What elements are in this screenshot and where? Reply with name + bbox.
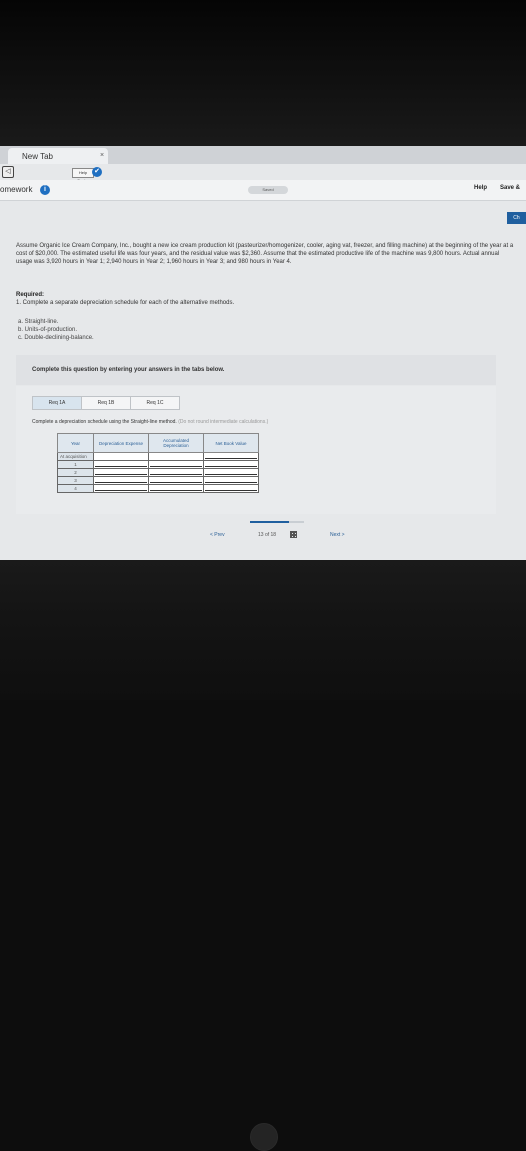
table-row: 2: [57, 468, 259, 477]
net-book-value-input[interactable]: [203, 452, 259, 461]
depreciation-expense-input[interactable]: [93, 460, 149, 469]
list-item: b. Units-of-production.: [18, 327, 78, 333]
table-row: 3: [57, 476, 259, 485]
next-button[interactable]: Next >: [330, 532, 345, 538]
monitor-logo-icon: [250, 1123, 278, 1151]
help-center-icon[interactable]: ✔: [92, 167, 102, 177]
tab-title: New Tab: [22, 152, 53, 161]
save-exit-button[interactable]: Save &: [500, 185, 520, 191]
close-icon[interactable]: ×: [100, 152, 104, 159]
question-pager: < Prev 13 of 18 Next >: [200, 530, 400, 542]
column-header-year: Year: [57, 433, 94, 453]
app-header: omework i Saved Help Save &: [0, 180, 526, 201]
back-icon[interactable]: ◁: [2, 166, 14, 178]
column-header-depreciation-expense: Depreciation Expense: [93, 433, 149, 453]
browser-tab-strip: New Tab ×: [0, 146, 526, 164]
depreciation-schedule-table: Year Depreciation Expense Accumulated De…: [57, 433, 259, 493]
progress-bar: [250, 521, 304, 523]
tab-req-1c[interactable]: Req 1C: [130, 396, 180, 410]
question-content: Assume Organic Ice Cream Company, Inc., …: [0, 200, 526, 560]
tab-req-1a[interactable]: Req 1A: [32, 396, 82, 410]
table-row: 4: [57, 484, 259, 493]
depreciation-expense-input[interactable]: [93, 476, 149, 485]
year-cell: At acquisition: [57, 452, 94, 461]
tab-instruction-text: Complete a depreciation schedule using t…: [32, 419, 177, 425]
tab-instruction: Complete a depreciation schedule using t…: [32, 419, 268, 425]
net-book-value-input[interactable]: [203, 476, 259, 485]
progress-bar-fill: [250, 521, 289, 523]
year-cell: 1: [57, 460, 94, 469]
help-button[interactable]: Help: [474, 185, 487, 191]
depreciation-expense-blank: [93, 452, 149, 461]
list-item: a. Straight-line.: [18, 319, 59, 325]
methods-list: a. Straight-line. b. Units-of-production…: [18, 318, 94, 342]
year-cell: 3: [57, 476, 94, 485]
accumulated-depreciation-blank: [148, 452, 204, 461]
instruction-panel: Complete this question by entering your …: [16, 355, 496, 385]
homework-title: omework: [0, 185, 33, 194]
grid-icon[interactable]: [290, 531, 297, 538]
table-row: At acquisition: [57, 452, 259, 461]
saved-status-badge: Saved: [248, 186, 288, 194]
tab-instruction-note: (Do not round intermediate calculations.…: [178, 419, 269, 425]
year-cell: 2: [57, 468, 94, 477]
answer-panel: Req 1A Req 1B Req 1C Complete a deprecia…: [16, 386, 496, 514]
background-top: [0, 0, 526, 146]
prev-button[interactable]: < Prev: [210, 532, 225, 538]
required-heading: Required:: [16, 292, 45, 298]
table-row: 1: [57, 460, 259, 469]
monitor-screen: New Tab × ◁ Help Center ✔ omework i Save…: [0, 146, 526, 560]
list-item: c. Double-declining-balance.: [18, 335, 94, 341]
browser-tab[interactable]: New Tab ×: [8, 148, 108, 164]
tab-req-1b[interactable]: Req 1B: [81, 396, 131, 410]
problem-text: Assume Organic Ice Cream Company, Inc., …: [16, 243, 514, 265]
column-header-accumulated-depreciation: Accumulated Depreciation: [148, 433, 204, 453]
required-text: 1. Complete a separate depreciation sche…: [16, 300, 235, 306]
instruction-text: Complete this question by entering your …: [32, 367, 225, 373]
depreciation-expense-input[interactable]: [93, 484, 149, 493]
accumulated-depreciation-input[interactable]: [148, 460, 204, 469]
net-book-value-input[interactable]: [203, 468, 259, 477]
depreciation-expense-input[interactable]: [93, 468, 149, 477]
info-icon[interactable]: i: [40, 185, 50, 195]
net-book-value-input[interactable]: [203, 484, 259, 493]
year-cell: 4: [57, 484, 94, 493]
background-bottom: [0, 560, 526, 1151]
help-center-button[interactable]: Help Center: [72, 168, 94, 183]
column-header-net-book-value: Net Book Value: [203, 433, 259, 453]
accumulated-depreciation-input[interactable]: [148, 468, 204, 477]
page-count: 13 of 18: [258, 532, 277, 538]
accumulated-depreciation-input[interactable]: [148, 484, 204, 493]
accumulated-depreciation-input[interactable]: [148, 476, 204, 485]
net-book-value-input[interactable]: [203, 460, 259, 469]
